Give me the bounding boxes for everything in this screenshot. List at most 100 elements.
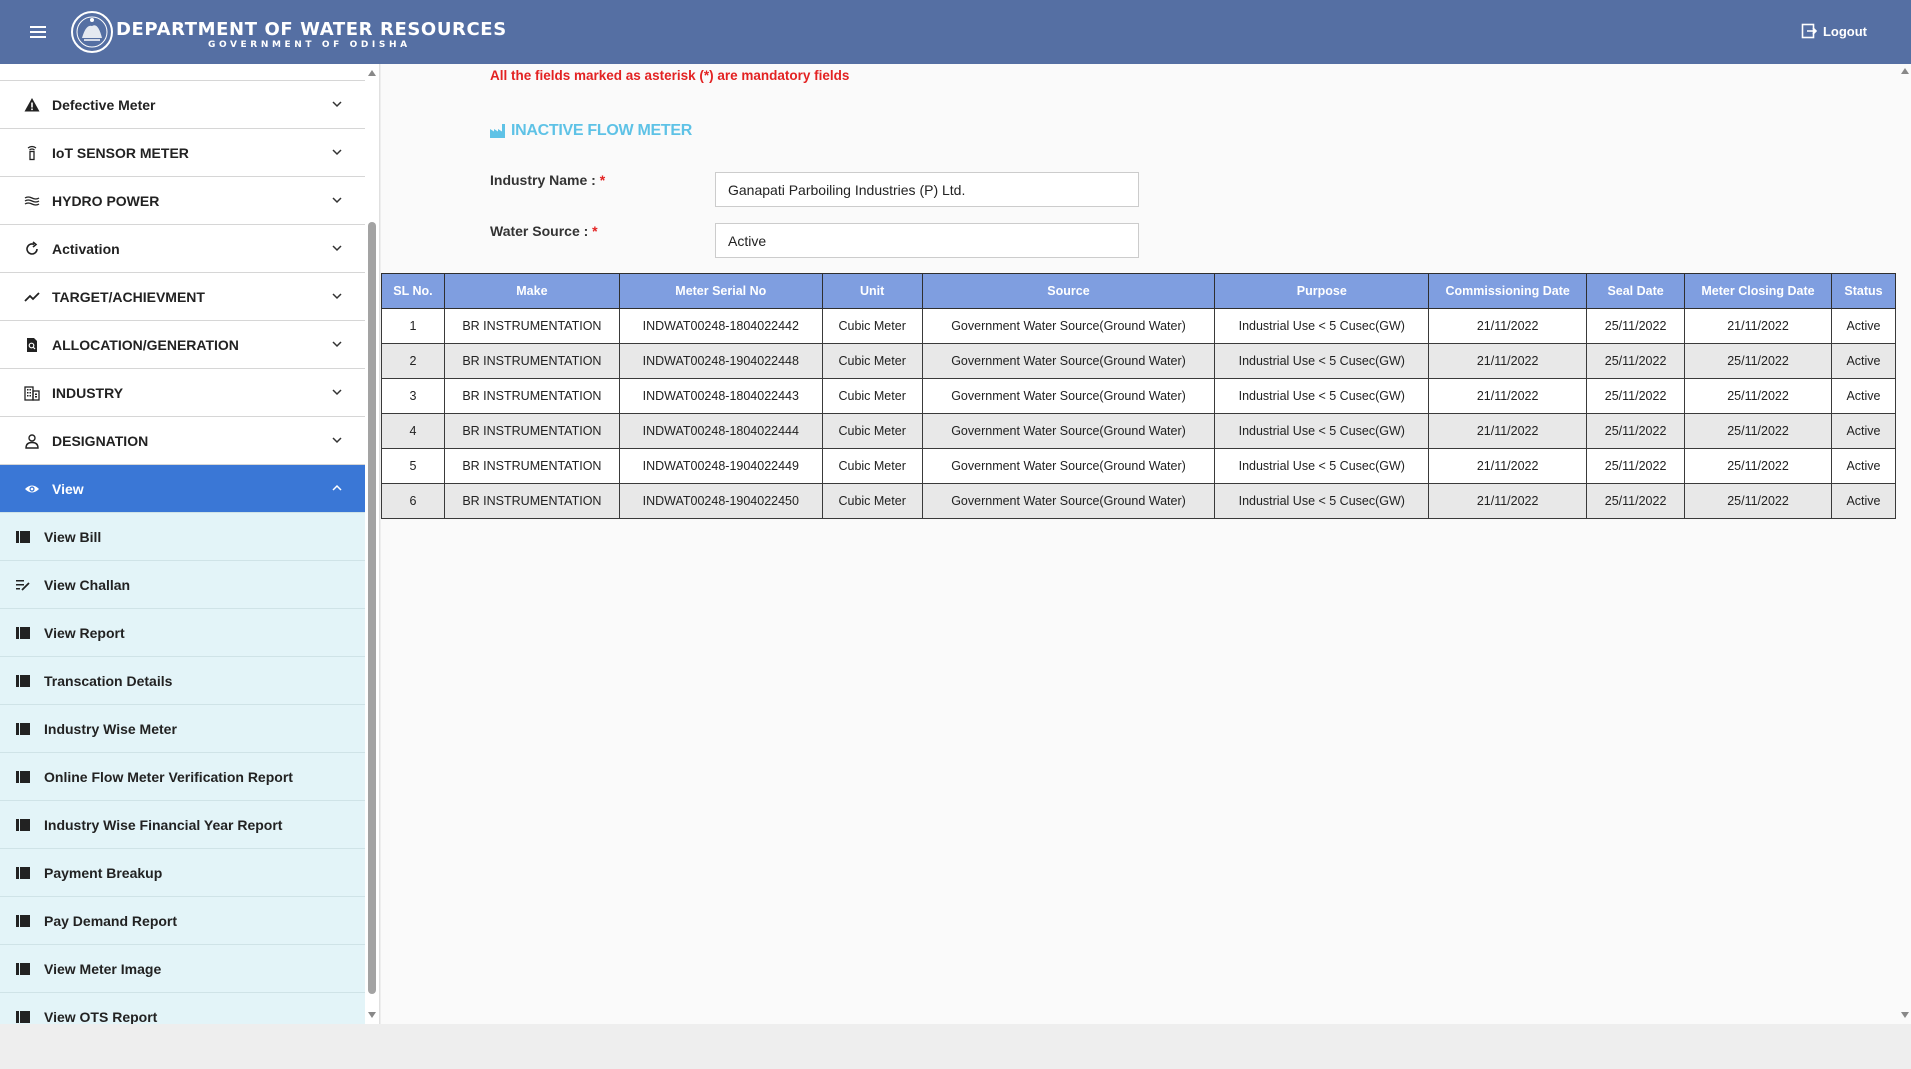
column-header-unit[interactable]: Unit xyxy=(821,273,923,309)
cell-seal-date: 25/11/2022 xyxy=(1586,483,1686,519)
column-header-sl-no[interactable]: SL No. xyxy=(381,273,445,309)
waves-icon xyxy=(22,191,42,211)
sidebar-subitem-view-ots-report[interactable]: View OTS Report xyxy=(0,992,365,1024)
sidebar-subitem-label: Transcation Details xyxy=(44,672,173,689)
cell-commissioning-date: 21/11/2022 xyxy=(1428,343,1588,379)
sidebar-item-allocation-generation[interactable]: ALLOCATION/GENERATION xyxy=(0,320,365,368)
column-header-purpose[interactable]: Purpose xyxy=(1214,273,1430,309)
mandatory-fields-note: All the fields marked as asterisk (*) ar… xyxy=(490,68,850,83)
sidebar-subitem-transcation-details[interactable]: Transcation Details xyxy=(0,656,365,704)
cell-sl-no: 5 xyxy=(381,448,445,484)
sidebar-subitem-label: Pay Demand Report xyxy=(44,912,178,929)
sidebar-subitem-industry-wise-financial-year-report[interactable]: Industry Wise Financial Year Report xyxy=(0,800,365,848)
cell-commissioning-date: 21/11/2022 xyxy=(1428,448,1588,484)
edit-list-icon xyxy=(16,578,32,592)
sidebar-subitem-view-bill[interactable]: View Bill xyxy=(0,512,365,560)
cell-source: Government Water Source(Ground Water) xyxy=(921,483,1216,519)
sidebar-subitem-label: Payment Breakup xyxy=(44,864,163,881)
main-scroll-up-arrow-icon[interactable] xyxy=(1901,68,1909,74)
odisha-emblem-logo xyxy=(71,11,113,53)
cell-status: Active xyxy=(1830,448,1897,484)
document-search-icon xyxy=(22,335,42,355)
cell-make: BR INSTRUMENTATION xyxy=(443,448,620,484)
cell-meter-serial-no: INDWAT00248-1904022448 xyxy=(618,343,823,379)
water-source-input[interactable] xyxy=(715,223,1139,258)
sidebar-item-defective-meter[interactable]: Defective Meter xyxy=(0,80,365,128)
hamburger-menu-icon[interactable] xyxy=(30,26,46,38)
sensor-icon xyxy=(22,143,42,163)
column-header-make[interactable]: Make xyxy=(443,273,620,309)
cell-status: Active xyxy=(1830,343,1897,379)
column-header-commissioning-date[interactable]: Commissioning Date xyxy=(1428,273,1588,309)
scroll-down-arrow-icon[interactable] xyxy=(368,1012,376,1018)
cell-meter-serial-no: INDWAT00248-1804022442 xyxy=(618,308,823,344)
scroll-up-arrow-icon[interactable] xyxy=(368,70,376,76)
eye-icon xyxy=(22,479,42,499)
cell-seal-date: 25/11/2022 xyxy=(1586,413,1686,449)
sidebar-subitem-view-challan[interactable]: View Challan xyxy=(0,560,365,608)
column-header-status[interactable]: Status xyxy=(1830,273,1897,309)
required-asterisk: * xyxy=(599,172,606,188)
table-row: 2 BR INSTRUMENTATION INDWAT00248-1904022… xyxy=(381,343,1897,379)
cell-unit: Cubic Meter xyxy=(821,343,923,379)
column-header-meter-serial-no[interactable]: Meter Serial No xyxy=(618,273,823,309)
sidebar-item-activation[interactable]: Activation xyxy=(0,224,365,272)
cell-unit: Cubic Meter xyxy=(821,413,923,449)
top-header: DEPARTMENT OF WATER RESOURCES GOVERNMENT… xyxy=(0,0,1911,64)
sidebar-item-label: Defective Meter xyxy=(52,96,156,113)
sidebar-item-label: IoT SENSOR METER xyxy=(52,144,189,161)
sidebar-scrollbar[interactable] xyxy=(365,64,379,1024)
cell-meter-closing-date: 25/11/2022 xyxy=(1684,378,1832,414)
water-source-label: Water Source : * xyxy=(490,223,598,239)
industry-name-input[interactable] xyxy=(715,172,1139,207)
sidebar-item-target-achievment[interactable]: TARGET/ACHIEVMENT xyxy=(0,272,365,320)
sidebar-item-industry[interactable]: INDUSTRY xyxy=(0,368,365,416)
cell-unit: Cubic Meter xyxy=(821,308,923,344)
sidebar-subitem-label: View Report xyxy=(44,624,125,641)
sidebar-subitem-label: View Meter Image xyxy=(44,960,162,977)
sidebar-subitem-payment-breakup[interactable]: Payment Breakup xyxy=(0,848,365,896)
cell-source: Government Water Source(Ground Water) xyxy=(921,343,1216,379)
sidebar-subitem-online-flow-meter-verification-report[interactable]: Online Flow Meter Verification Report xyxy=(0,752,365,800)
cell-sl-no: 2 xyxy=(381,343,445,379)
list-icon xyxy=(16,866,32,880)
sidebar-item-label: HYDRO POWER xyxy=(52,192,160,209)
cell-meter-closing-date: 25/11/2022 xyxy=(1684,448,1832,484)
chevron-down-icon xyxy=(332,341,342,348)
sidebar-subitem-view-report[interactable]: View Report xyxy=(0,608,365,656)
column-header-meter-closing-date[interactable]: Meter Closing Date xyxy=(1684,273,1832,309)
cell-meter-closing-date: 21/11/2022 xyxy=(1684,308,1832,344)
cell-meter-serial-no: INDWAT00248-1804022443 xyxy=(618,378,823,414)
list-icon xyxy=(16,530,32,544)
column-header-seal-date[interactable]: Seal Date xyxy=(1586,273,1686,309)
sidebar-item-view[interactable]: View xyxy=(0,464,365,512)
list-icon xyxy=(16,626,32,640)
main-scroll-down-arrow-icon[interactable] xyxy=(1901,1012,1909,1018)
sidebar-item-hydro-power[interactable]: HYDRO POWER xyxy=(0,176,365,224)
sidebar-item-label: ALLOCATION/GENERATION xyxy=(52,336,239,353)
cell-status: Active xyxy=(1830,308,1897,344)
sidebar-subitem-pay-demand-report[interactable]: Pay Demand Report xyxy=(0,896,365,944)
sidebar-item-designation[interactable]: DESIGNATION xyxy=(0,416,365,464)
list-icon xyxy=(16,674,32,688)
water-source-label-text: Water Source : xyxy=(490,223,589,239)
sidebar-scrollbar-thumb[interactable] xyxy=(368,222,376,994)
cell-seal-date: 25/11/2022 xyxy=(1586,448,1686,484)
cell-commissioning-date: 21/11/2022 xyxy=(1428,483,1588,519)
sidebar-item-label: TARGET/ACHIEVMENT xyxy=(52,288,205,305)
sidebar-subitem-label: Industry Wise Financial Year Report xyxy=(44,816,283,833)
cell-make: BR INSTRUMENTATION xyxy=(443,483,620,519)
cell-sl-no: 3 xyxy=(381,378,445,414)
sidebar-item-iot-sensor-meter[interactable]: IoT SENSOR METER xyxy=(0,128,365,176)
chevron-down-icon xyxy=(332,437,342,444)
sidebar-subitem-label: Industry Wise Meter xyxy=(44,720,177,737)
sidebar-subitem-industry-wise-meter[interactable]: Industry Wise Meter xyxy=(0,704,365,752)
logout-icon xyxy=(1801,23,1817,39)
cell-commissioning-date: 21/11/2022 xyxy=(1428,378,1588,414)
table-row: 5 BR INSTRUMENTATION INDWAT00248-1904022… xyxy=(381,448,1897,484)
cell-meter-closing-date: 25/11/2022 xyxy=(1684,413,1832,449)
column-header-source[interactable]: Source xyxy=(921,273,1216,309)
sidebar-subitem-view-meter-image[interactable]: View Meter Image xyxy=(0,944,365,992)
cell-source: Government Water Source(Ground Water) xyxy=(921,308,1216,344)
logout-button[interactable]: Logout xyxy=(1801,23,1867,39)
